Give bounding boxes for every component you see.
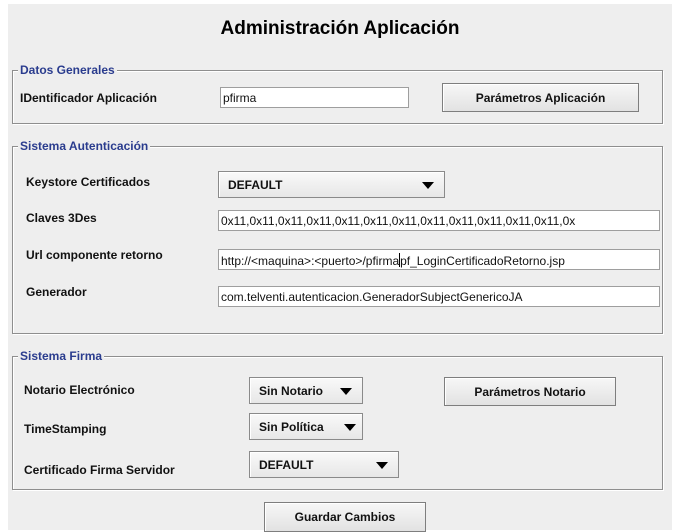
dropdown-arrow-icon xyxy=(340,388,352,395)
timestamping-label: TimeStamping xyxy=(24,422,107,436)
identificador-input[interactable]: pfirma xyxy=(220,87,409,108)
dropdown-arrow-icon xyxy=(376,462,388,469)
url-text-before-caret: http://<maquina>:<puerto>/pfirma xyxy=(221,254,400,268)
notario-selected-value: Sin Notario xyxy=(259,384,324,398)
legend-sistema-autenticacion: Sistema Autenticación xyxy=(18,139,151,153)
parametros-notario-button[interactable]: Parámetros Notario xyxy=(444,377,616,406)
admin-panel: Administración Aplicación Datos Generale… xyxy=(8,4,672,532)
parametros-aplicacion-button[interactable]: Parámetros Aplicación xyxy=(442,83,639,112)
generador-input[interactable]: com.telventi.autenticacion.GeneradorSubj… xyxy=(218,286,660,307)
url-retorno-input[interactable]: http://<maquina>:<puerto>/pfirmapf_Login… xyxy=(218,249,660,270)
group-sistema-firma: Sistema Firma Notario Electrónico Sin No… xyxy=(12,349,663,490)
url-retorno-label: Url componente retorno xyxy=(26,248,163,262)
page-title: Administración Aplicación xyxy=(220,18,460,39)
generador-label: Generador xyxy=(26,285,87,299)
certificado-firma-label: Certificado Firma Servidor xyxy=(24,463,175,477)
keystore-select[interactable]: DEFAULT xyxy=(218,171,445,198)
url-text-after-caret: pf_LoginCertificadoRetorno.jsp xyxy=(400,254,565,268)
keystore-label: Keystore Certificados xyxy=(26,175,151,189)
dropdown-arrow-icon xyxy=(344,424,356,431)
legend-sistema-firma: Sistema Firma xyxy=(18,349,105,363)
claves-3des-input[interactable]: 0x11,0x11,0x11,0x11,0x11,0x11,0x11,0x11,… xyxy=(218,210,660,231)
timestamping-selected-value: Sin Política xyxy=(259,420,324,434)
notario-select[interactable]: Sin Notario xyxy=(249,377,363,404)
legend-datos-generales: Datos Generales xyxy=(18,63,117,77)
certificado-firma-select[interactable]: DEFAULT xyxy=(249,451,399,478)
identificador-label: IDentificador Aplicación xyxy=(20,91,157,105)
certificado-firma-selected-value: DEFAULT xyxy=(259,458,314,472)
claves-3des-label: Claves 3Des xyxy=(26,211,97,225)
keystore-selected-value: DEFAULT xyxy=(228,178,283,192)
timestamping-select[interactable]: Sin Política xyxy=(249,413,363,440)
guardar-cambios-button[interactable]: Guardar Cambios xyxy=(264,502,426,532)
dropdown-arrow-icon xyxy=(422,182,434,189)
notario-label: Notario Electrónico xyxy=(24,383,135,397)
group-sistema-autenticacion: Sistema Autenticación Keystore Certifica… xyxy=(12,139,663,334)
group-datos-generales: Datos Generales IDentificador Aplicación… xyxy=(12,63,663,124)
